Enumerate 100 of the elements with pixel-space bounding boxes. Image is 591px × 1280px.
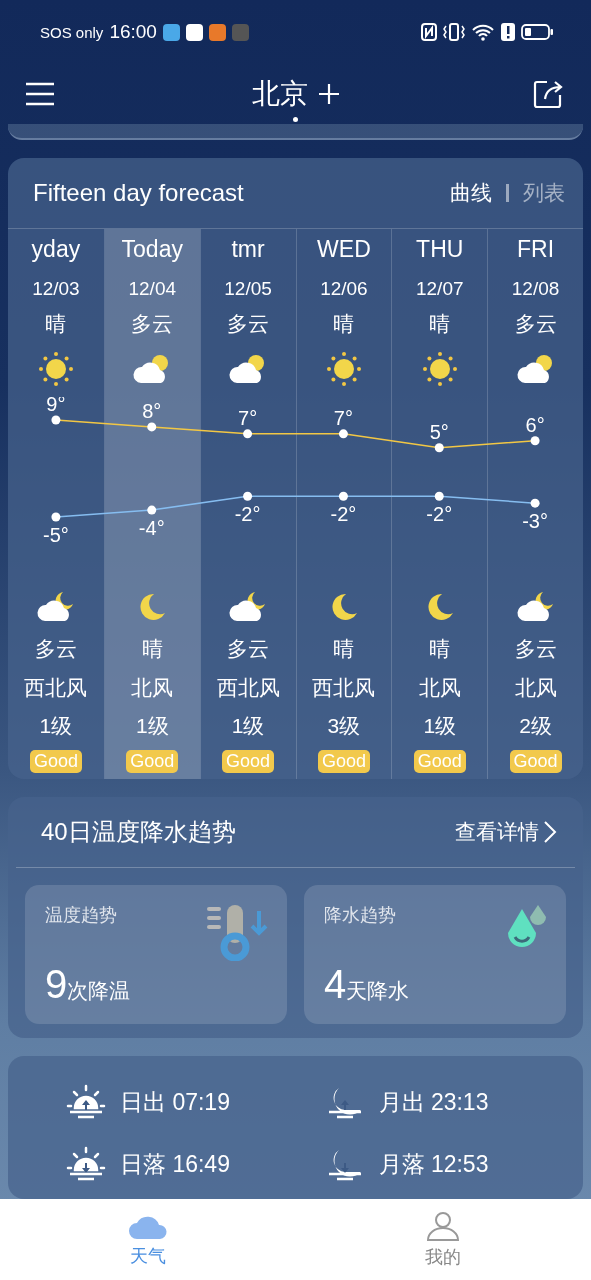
moon-icon: [137, 591, 168, 622]
temperature-label: 7°: [333, 406, 353, 429]
tile-label: 温度趋势: [45, 903, 118, 927]
day-header[interactable]: Today 12/04 多云: [104, 228, 200, 397]
wind-level: 1级: [423, 712, 457, 739]
data-point: [243, 428, 253, 438]
sun-horizon-icon: [66, 1084, 106, 1120]
chevron-right-icon: [543, 820, 557, 845]
sun-icon: [420, 349, 459, 388]
details-link[interactable]: 查看详情: [455, 818, 557, 847]
wifi-icon: [471, 23, 495, 42]
date-text: 12/07: [415, 277, 464, 300]
wind-direction: 北风: [514, 674, 557, 701]
page-indicator-dot: [293, 116, 298, 122]
data-point: [338, 491, 348, 501]
data-point: [434, 491, 444, 501]
cloudy-night-icon: [229, 590, 268, 623]
day-condition: 多云: [514, 310, 557, 337]
share-icon[interactable]: [533, 79, 565, 110]
night-condition: 晴: [141, 635, 163, 662]
partly-cloudy-icon: [516, 352, 555, 385]
wind-direction: 北风: [418, 674, 461, 701]
night-section[interactable]: 多云 西北风 1级 Good: [8, 582, 104, 780]
cloudy-night-icon: [516, 590, 555, 623]
day-name: yday: [31, 236, 81, 263]
air-quality-badge: Good: [126, 750, 179, 773]
date-text: 12/06: [320, 277, 368, 300]
carrier-text: SOS only: [40, 23, 104, 41]
day-header[interactable]: THU 12/07 晴: [392, 228, 488, 397]
clock-time: 16:00: [109, 21, 157, 44]
night-section[interactable]: 晴 西北风 3级 Good: [296, 582, 392, 780]
temperature-label: 7°: [238, 406, 258, 429]
wind-level: 1级: [231, 712, 265, 739]
tile-label: 降水趋势: [324, 903, 397, 927]
day-header[interactable]: yday 12/03 晴: [8, 228, 104, 397]
air-quality-badge: Good: [509, 750, 562, 773]
temperature-label: -2°: [330, 502, 357, 525]
alert-icon: [501, 23, 515, 42]
trend-number: 4: [324, 961, 347, 1006]
wind-direction: 西北风: [216, 674, 280, 701]
view-tab[interactable]: 曲线: [450, 178, 492, 207]
data-point: [530, 498, 540, 508]
night-section[interactable]: 晴 北风 1级 Good: [392, 582, 488, 780]
date-text: 12/03: [32, 277, 80, 300]
trend-tile[interactable]: 温度趋势 9次降温: [25, 885, 287, 1025]
night-section[interactable]: 多云 北风 2级 Good: [488, 582, 583, 780]
day-condition: 晴: [45, 310, 67, 337]
day-header[interactable]: WED 12/06 晴: [296, 228, 392, 397]
battery-icon: [521, 24, 553, 41]
person-icon: [425, 1210, 462, 1241]
data-point: [243, 491, 253, 501]
day-condition: 晴: [333, 310, 355, 337]
data-point: [147, 421, 157, 431]
trend-number: 9: [45, 961, 68, 1006]
air-quality-badge: Good: [222, 750, 275, 773]
night-section[interactable]: 晴 北风 1级 Good: [104, 582, 200, 780]
trend-unit: 天降水: [346, 978, 410, 1002]
day-name: FRI: [517, 236, 555, 263]
night-section[interactable]: 多云 西北风 1级 Good: [200, 582, 296, 780]
temperature-label: 8°: [142, 399, 162, 422]
temperature-label: 9°: [46, 396, 66, 415]
wind-level: 2级: [519, 712, 552, 739]
city-name[interactable]: 北京: [251, 74, 308, 113]
wind-level: 3级: [327, 712, 361, 739]
day-header[interactable]: FRI 12/08 多云: [488, 228, 583, 397]
wind-direction: 北风: [131, 674, 174, 701]
day-header[interactable]: tmr 12/05 多云: [200, 228, 296, 397]
date-text: 12/04: [128, 277, 176, 300]
wind-direction: 西北风: [312, 674, 376, 701]
cloudy-night-icon: [36, 590, 75, 623]
sun-icon: [324, 349, 363, 388]
card-title: 40日温度降水趋势: [41, 817, 237, 848]
nav-tab[interactable]: 我的: [295, 1199, 591, 1280]
day-condition: 多云: [227, 310, 270, 337]
view-tab[interactable]: 列表: [523, 178, 565, 207]
air-quality-badge: Good: [29, 750, 82, 773]
temperature-label: -5°: [43, 523, 69, 546]
add-icon[interactable]: [317, 82, 340, 105]
astro-time: 月出 23:13: [378, 1087, 489, 1117]
data-point: [338, 428, 348, 438]
vibrate-icon: [443, 23, 465, 42]
night-condition: 多云: [34, 635, 77, 662]
temperature-label: -4°: [138, 516, 165, 539]
date-text: 12/05: [224, 277, 272, 300]
wind-level: 1级: [135, 712, 169, 739]
night-condition: 多云: [227, 635, 270, 662]
wind-direction: 西北风: [24, 674, 88, 701]
menu-icon[interactable]: [26, 82, 54, 107]
wind-level: 1级: [39, 712, 73, 739]
temperature-label: -3°: [522, 509, 548, 532]
astro-time: 月落 12:53: [378, 1149, 489, 1179]
temperature-label: -2°: [426, 502, 453, 525]
data-point: [434, 442, 444, 452]
trend-tile[interactable]: 降水趋势 4天降水: [304, 885, 566, 1025]
day-name: tmr: [231, 236, 265, 263]
air-quality-badge: Good: [413, 750, 466, 773]
day-name: Today: [121, 236, 183, 263]
temperature-label: -2°: [234, 502, 261, 525]
data-point: [147, 505, 157, 515]
night-condition: 晴: [333, 635, 355, 662]
